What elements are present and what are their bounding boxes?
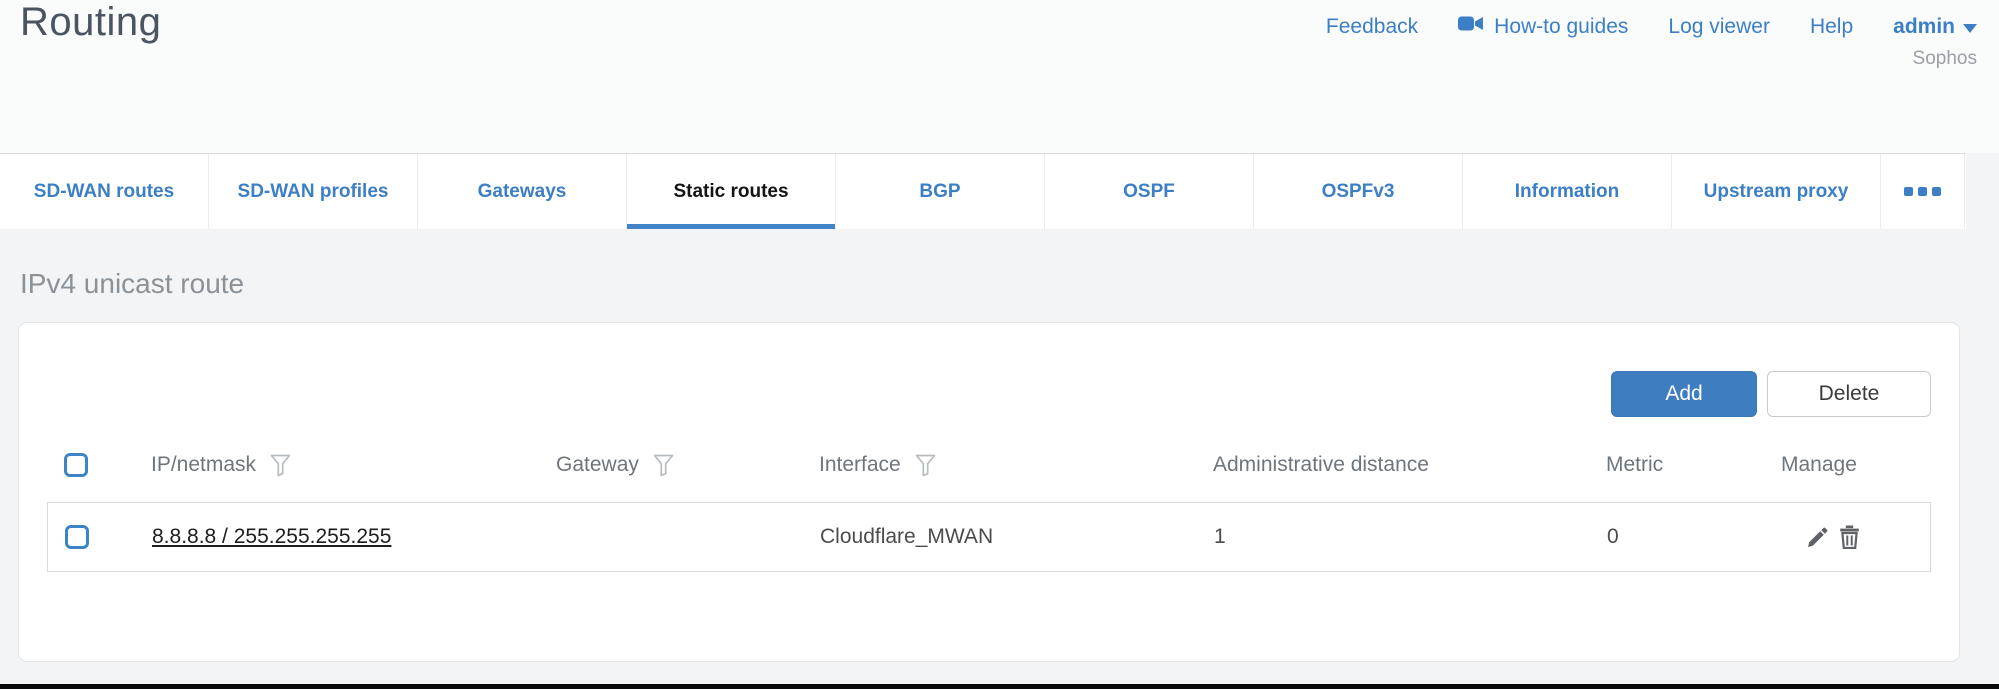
routing-tabbar: SD-WAN routes SD-WAN profiles Gateways S… (0, 153, 1966, 229)
cell-administrative-distance: 1 (1214, 525, 1607, 549)
cell-manage (1782, 525, 1930, 549)
howto-guides-link[interactable]: How-to guides (1458, 14, 1628, 39)
window-bottom-edge (0, 684, 1999, 689)
top-nav: Feedback How-to guides Log viewer Help a… (1326, 14, 1977, 39)
tab-information[interactable]: Information (1463, 154, 1672, 229)
row-select-cell (48, 525, 152, 549)
routes-card: Add Delete IP/netmask Gateway Interfac (18, 322, 1960, 662)
route-link[interactable]: 8.8.8.8 / 255.255.255.255 (152, 525, 391, 548)
help-label: Help (1810, 15, 1853, 39)
tab-gateways[interactable]: Gateways (418, 154, 627, 229)
delete-button[interactable]: Delete (1767, 371, 1931, 417)
column-header-manage: Manage (1781, 453, 1931, 477)
filter-icon[interactable] (270, 454, 291, 477)
cell-metric: 0 (1607, 525, 1782, 549)
cell-interface: Cloudflare_MWAN (820, 525, 1214, 549)
row-checkbox[interactable] (65, 525, 89, 549)
help-link[interactable]: Help (1810, 15, 1853, 39)
video-camera-icon (1458, 14, 1484, 39)
edit-icon[interactable] (1806, 526, 1829, 549)
table-row: 8.8.8.8 / 255.255.255.255 Cloudflare_MWA… (47, 502, 1931, 572)
filter-icon[interactable] (653, 454, 674, 477)
delete-icon[interactable] (1839, 525, 1860, 549)
column-header-gateway: Gateway (556, 453, 819, 477)
tab-upstream-proxy[interactable]: Upstream proxy (1672, 154, 1881, 229)
log-viewer-link[interactable]: Log viewer (1668, 15, 1770, 39)
tab-static-routes[interactable]: Static routes (627, 154, 836, 229)
column-label: Administrative distance (1213, 453, 1429, 477)
feedback-label: Feedback (1326, 15, 1418, 39)
section-title: IPv4 unicast route (20, 268, 244, 300)
column-header-ip-netmask: IP/netmask (151, 453, 556, 477)
filter-icon[interactable] (915, 454, 936, 477)
page-title: Routing (20, 0, 161, 45)
table-header-row: IP/netmask Gateway Interface Administrat… (47, 441, 1931, 489)
tab-sdwan-profiles[interactable]: SD-WAN profiles (209, 154, 418, 229)
select-all-checkbox[interactable] (64, 453, 88, 477)
add-button[interactable]: Add (1611, 371, 1757, 417)
feedback-link[interactable]: Feedback (1326, 15, 1418, 39)
log-viewer-label: Log viewer (1668, 15, 1770, 39)
user-menu[interactable]: admin (1893, 15, 1977, 39)
howto-guides-label: How-to guides (1494, 15, 1628, 39)
tab-bgp[interactable]: BGP (836, 154, 1045, 229)
card-actions: Add Delete (1611, 371, 1931, 417)
tab-sdwan-routes[interactable]: SD-WAN routes (0, 154, 209, 229)
column-label: Manage (1781, 453, 1857, 477)
caret-down-icon (1963, 24, 1977, 33)
tab-ospfv3[interactable]: OSPFv3 (1254, 154, 1463, 229)
column-header-administrative-distance: Administrative distance (1213, 453, 1606, 477)
column-header-interface: Interface (819, 453, 1213, 477)
routes-table: IP/netmask Gateway Interface Administrat… (47, 441, 1931, 572)
org-label: Sophos (1913, 48, 1977, 70)
select-all-cell (47, 453, 151, 477)
page-header: Routing Feedback How-to guides Log viewe… (0, 0, 1999, 153)
tab-overflow-menu[interactable] (1881, 154, 1965, 229)
cell-ip-netmask: 8.8.8.8 / 255.255.255.255 (152, 525, 557, 549)
column-header-metric: Metric (1606, 453, 1781, 477)
column-label: IP/netmask (151, 453, 256, 477)
column-label: Metric (1606, 453, 1663, 477)
tab-ospf[interactable]: OSPF (1045, 154, 1254, 229)
column-label: Gateway (556, 453, 639, 477)
column-label: Interface (819, 453, 901, 477)
ellipsis-icon (1904, 187, 1941, 196)
user-name: admin (1893, 15, 1955, 39)
